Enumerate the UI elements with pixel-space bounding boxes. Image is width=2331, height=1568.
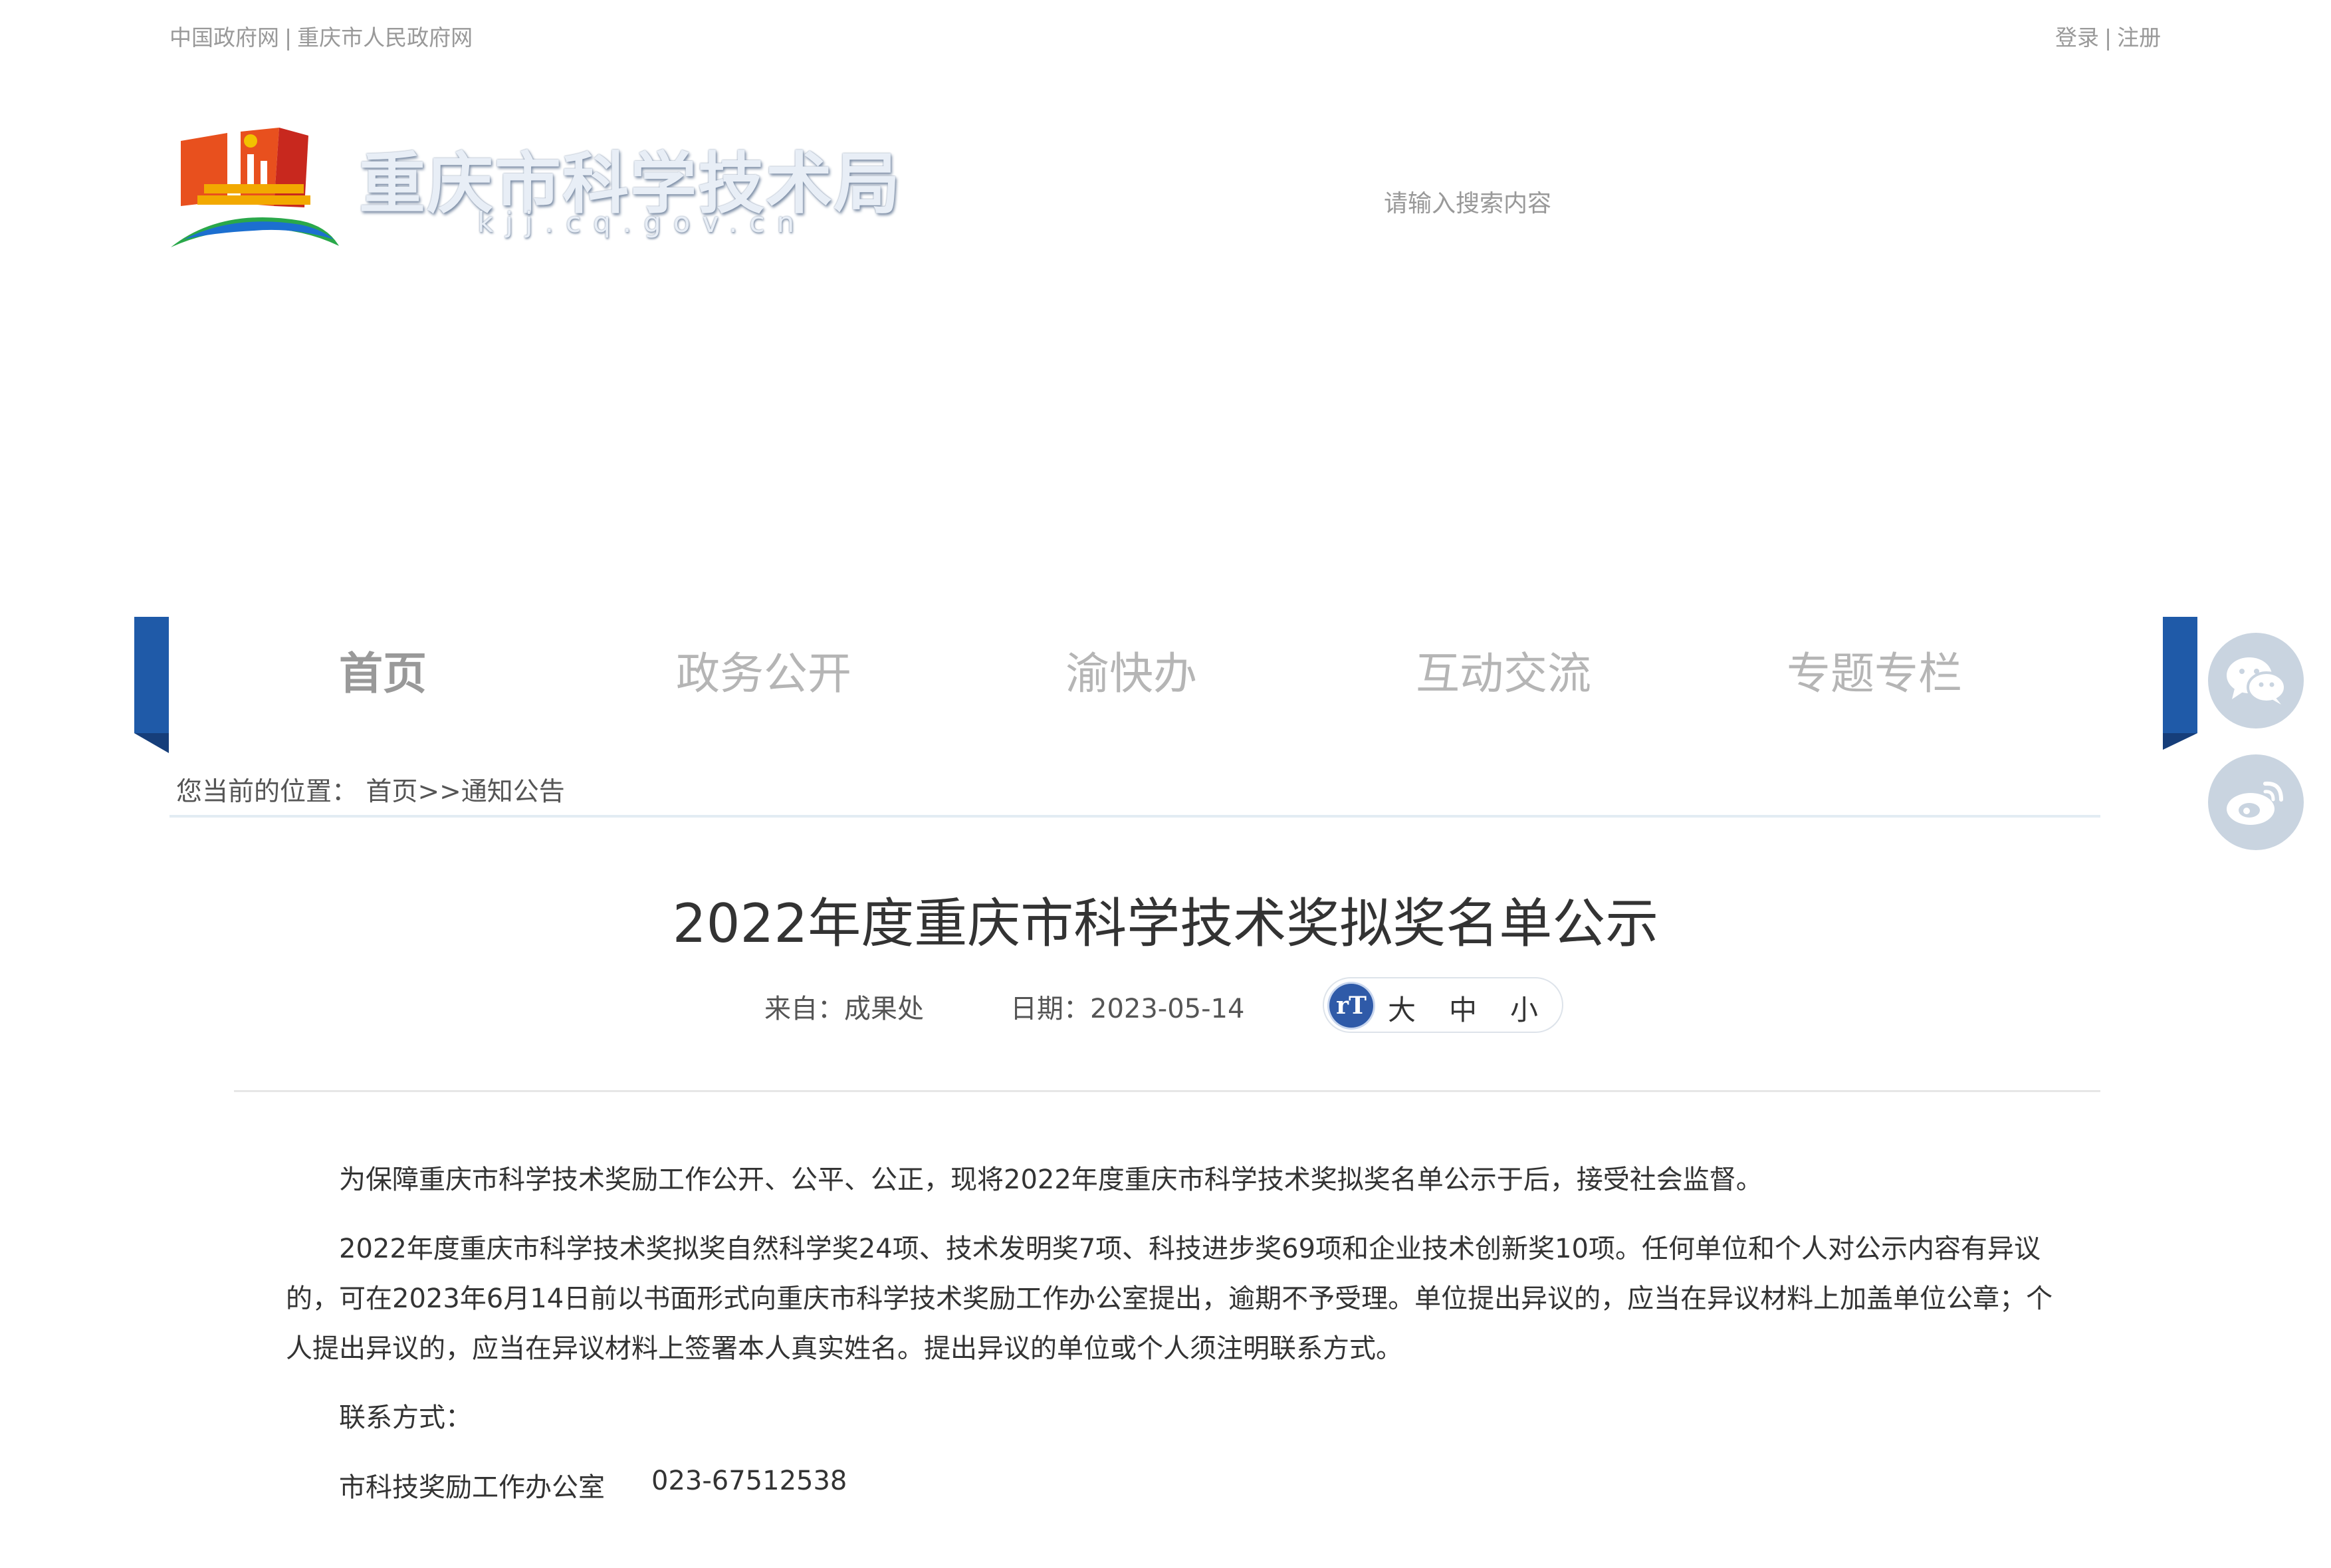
link-gov-cn[interactable]: 中国政府网 [169,25,279,51]
separator: | [2104,25,2112,51]
breadcrumb-arrow: >> [417,777,461,807]
nav-item-gov-affairs[interactable]: 政务公开 [676,638,851,702]
wechat-icon [2227,657,2286,705]
contact-phone: 023-67512538 [651,1466,847,1496]
font-size-switcher: rT 大 中 小 [1323,977,1563,1033]
contact-office: 市科技奖励工作办公室 [339,1472,605,1503]
contact-label: 联系方式： [339,1402,472,1433]
paragraph-2-line-3: 人提出异议的，应当在异议材料上签署本人真实姓名。提出异议的单位或个人须注明联系方… [286,1333,1402,1364]
nav-item-interaction[interactable]: 互动交流 [1416,638,1591,702]
breadcrumb: 您当前的位置： 首页>>通知公告 [176,771,565,808]
nav-ribbon-right [2163,617,2197,750]
font-size-medium[interactable]: 中 [1449,988,1477,1028]
weibo-button[interactable] [2208,754,2304,850]
separator: | [284,25,292,51]
login-link[interactable]: 登录 [2055,25,2099,51]
site-domain: kjj.cq.gov.cn [477,206,807,239]
topbar-links: 中国政府网 | 重庆市人民政府网 [169,20,473,52]
page: 中国政府网 | 重庆市人民政府网 登录 | 注册 重庆市科学技术局 kjj.cq.gov… [0,0,2331,1568]
search-input[interactable] [1383,183,1664,224]
wechat-button[interactable] [2208,633,2304,728]
breadcrumb-home[interactable]: 首页 [366,777,417,807]
font-size-icon: rT [1329,984,1373,1028]
breadcrumb-current[interactable]: 通知公告 [461,777,565,807]
logo-emblem[interactable] [167,121,340,251]
nav-item-yukuaiban[interactable]: 渝快办 [1065,638,1197,702]
link-cq-gov[interactable]: 重庆市人民政府网 [297,25,473,51]
article-title: 2022年度重庆市科学技术奖拟奖名单公示 [672,893,1659,954]
paragraph-2-line-1: 2022年度重庆市科学技术奖拟奖自然科学奖24项、技术发明奖7项、科技进步奖69… [339,1234,2041,1264]
breadcrumb-divider [169,815,2100,818]
main-nav: 首页 政务公开 渝快办 互动交流 专题专栏 [169,638,2164,725]
nav-item-home[interactable]: 首页 [339,638,427,702]
article-date: 日期：2023-05-14 [1010,994,1245,1024]
paragraph-2-line-2: 的，可在2023年6月14日前以书面形式向重庆市科学技术奖励工作办公室提出，逾期… [286,1284,2053,1314]
meta-divider [234,1090,2100,1092]
weibo-icon [2227,781,2283,825]
article-source: 来自：成果处 [764,994,924,1024]
nav-item-special-topics[interactable]: 专题专栏 [1787,638,1962,702]
paragraph-1: 为保障重庆市科学技术奖励工作公开、公平、公正，现将2022年度重庆市科学技术奖拟… [339,1165,1763,1195]
font-size-large[interactable]: 大 [1388,988,1416,1028]
account-links: 登录 | 注册 [2055,20,2161,52]
register-link[interactable]: 注册 [2117,25,2161,51]
nav-ribbon-left [134,617,169,753]
font-size-small[interactable]: 小 [1510,988,1538,1028]
breadcrumb-prefix: 您当前的位置： [176,777,358,807]
